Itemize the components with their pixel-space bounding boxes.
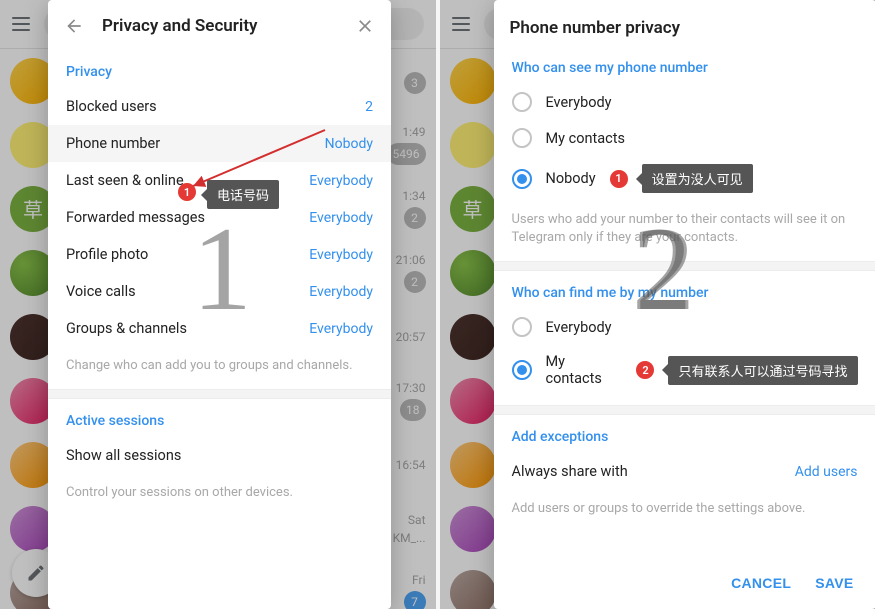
row-value: Everybody	[309, 321, 373, 337]
sessions-hint: Control your sessions on other devices.	[48, 474, 391, 516]
phone-number-privacy-modal: Phone number privacy Who can see my phon…	[494, 0, 875, 609]
save-button[interactable]: SAVE	[815, 575, 853, 591]
radio-label: Everybody	[546, 94, 612, 111]
row-label: Voice calls	[66, 283, 136, 300]
row-always-share[interactable]: Always share with Add users	[494, 453, 875, 490]
add-exceptions-label: Add exceptions	[494, 415, 875, 453]
section-privacy-label: Privacy	[48, 50, 391, 88]
back-arrow-icon[interactable]	[64, 16, 84, 36]
radio-see-everybody[interactable]: Everybody	[494, 84, 875, 120]
radio-find-everybody[interactable]: Everybody	[494, 309, 875, 345]
modal-header: Phone number privacy	[494, 0, 875, 46]
row-value: Everybody	[309, 284, 373, 300]
modal-title: Privacy and Security	[102, 16, 355, 36]
row-label: Phone number	[66, 135, 160, 152]
row-profile-photo[interactable]: Profile photo Everybody	[48, 236, 391, 273]
row-label: Always share with	[512, 463, 628, 480]
row-blocked-users[interactable]: Blocked users 2	[48, 88, 391, 125]
section-divider	[494, 261, 875, 271]
section-divider	[48, 389, 391, 399]
who-can-see-hint: Users who add your number to their conta…	[494, 201, 875, 261]
callout-badge-1: 1	[610, 170, 628, 188]
callout-label-2: 只有联系人可以通过号码寻找	[668, 356, 857, 385]
row-value: Everybody	[309, 210, 373, 226]
radio-see-my-contacts[interactable]: My contacts	[494, 120, 875, 156]
right-panel: 3 1:495496 草1:342 21:062 20:57 17:3018 1…	[440, 0, 875, 609]
modal-header: Privacy and Security	[48, 0, 391, 50]
row-label: Profile photo	[66, 246, 148, 263]
radio-icon	[512, 128, 532, 148]
radio-icon	[512, 317, 532, 337]
row-label: Last seen & online	[66, 172, 184, 189]
row-value: Everybody	[309, 247, 373, 263]
radio-find-my-contacts[interactable]: My contacts 2 只有联系人可以通过号码寻找	[494, 345, 875, 395]
row-show-sessions[interactable]: Show all sessions	[48, 437, 391, 474]
privacy-security-modal: Privacy and Security Privacy Blocked use…	[48, 0, 391, 609]
left-panel: 3 1:495496 草1:342 21:062 20:57 17:3018 1…	[0, 0, 436, 609]
add-users-link[interactable]: Add users	[795, 464, 858, 480]
row-label: Blocked users	[66, 98, 157, 115]
row-phone-number[interactable]: Phone number Nobody	[48, 125, 391, 162]
callout-label-1: 电话号码	[207, 180, 279, 209]
modal-title: Phone number privacy	[510, 18, 860, 38]
row-label: Show all sessions	[66, 447, 181, 464]
section-sessions-label: Active sessions	[48, 399, 391, 437]
who-can-see-label: Who can see my phone number	[494, 46, 875, 84]
row-label: Groups & channels	[66, 320, 187, 337]
callout-label-1: 设置为没人可见	[642, 164, 753, 193]
row-voice-calls[interactable]: Voice calls Everybody	[48, 273, 391, 310]
exceptions-hint: Add users or groups to override the sett…	[494, 490, 875, 532]
row-value: 2	[365, 99, 373, 115]
radio-label: My contacts	[546, 353, 623, 387]
radio-label: Nobody	[546, 170, 596, 187]
section-divider	[494, 405, 875, 415]
radio-label: Everybody	[546, 319, 612, 336]
who-can-find-label: Who can find me by my number	[494, 271, 875, 309]
callout-badge-1: 1	[178, 183, 196, 201]
cancel-button[interactable]: CANCEL	[731, 575, 791, 591]
radio-icon	[512, 92, 532, 112]
radio-see-nobody[interactable]: Nobody 1 设置为没人可见	[494, 156, 875, 201]
row-groups-channels[interactable]: Groups & channels Everybody	[48, 310, 391, 347]
modal-actions: CANCEL SAVE	[494, 561, 875, 605]
radio-label: My contacts	[546, 130, 625, 147]
row-value: Nobody	[325, 136, 373, 152]
privacy-hint: Change who can add you to groups and cha…	[48, 347, 391, 389]
row-value: Everybody	[309, 173, 373, 189]
row-label: Forwarded messages	[66, 209, 205, 226]
radio-icon	[512, 169, 532, 189]
close-icon[interactable]	[355, 16, 375, 36]
radio-icon	[512, 360, 532, 380]
callout-badge-2: 2	[636, 361, 654, 379]
